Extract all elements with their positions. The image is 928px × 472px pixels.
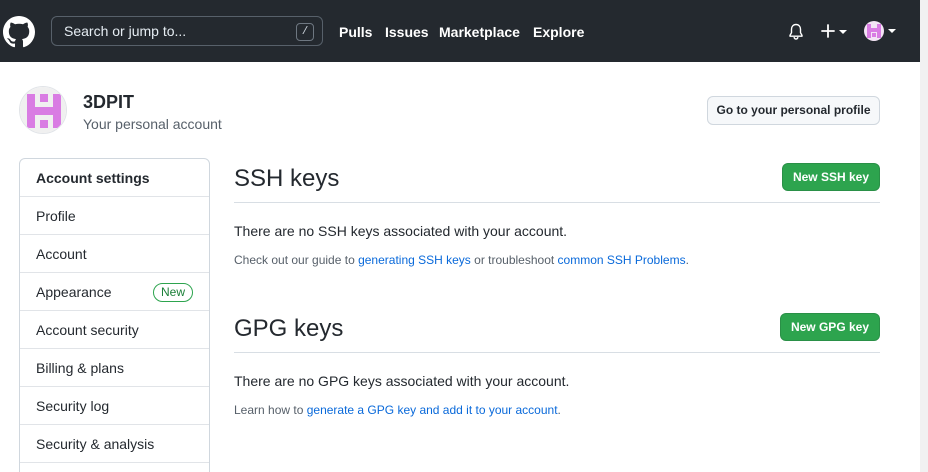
settings-sidebar: Account settings Profile Account Appeara… (19, 158, 210, 472)
sidebar-item-security-analysis[interactable]: Security & analysis (20, 425, 209, 463)
new-ssh-key-button[interactable]: New SSH key (782, 163, 880, 191)
sidebar-item-security-log[interactable]: Security log (20, 387, 209, 425)
search-box[interactable]: / (51, 16, 323, 46)
ssh-help-suffix: . (685, 253, 689, 267)
account-type-label: Your personal account (83, 116, 222, 132)
ssh-help-text: Check out our guide to generating SSH ke… (234, 253, 689, 267)
ssh-empty-message: There are no SSH keys associated with yo… (234, 223, 568, 239)
gpg-empty-message: There are no GPG keys associated with yo… (234, 373, 570, 389)
user-menu-caret-icon[interactable] (888, 29, 896, 33)
gpg-help-prefix: Learn how to (234, 403, 307, 417)
sidebar-item-appearance[interactable]: Appearance New (20, 273, 209, 311)
identicon-large-icon (20, 87, 66, 133)
ssh-help-prefix: Check out our guide to (234, 253, 359, 267)
ssh-help-middle: or troubleshoot (470, 253, 558, 267)
gpg-help-suffix: . (557, 403, 561, 417)
global-header: / Pulls Issues Marketplace Explore (0, 0, 920, 62)
sidebar-item-label: Appearance (36, 284, 112, 300)
sidebar-item-billing[interactable]: Billing & plans (20, 349, 209, 387)
nav-explore[interactable]: Explore (533, 24, 584, 40)
sidebar-item-profile[interactable]: Profile (20, 197, 209, 235)
user-avatar-menu[interactable] (864, 21, 884, 41)
new-gpg-key-button[interactable]: New GPG key (780, 313, 880, 341)
search-shortcut-hint: / (296, 23, 314, 41)
gpg-keys-heading: GPG keys (234, 315, 344, 342)
nav-marketplace[interactable]: Marketplace (439, 24, 520, 40)
identicon-small-icon (864, 21, 884, 41)
generating-ssh-keys-link[interactable]: generating SSH keys (358, 253, 471, 267)
github-logo-icon[interactable] (3, 16, 35, 48)
ssh-divider (234, 202, 880, 203)
create-new-plus-icon[interactable] (820, 22, 850, 40)
nav-issues[interactable]: Issues (385, 24, 429, 40)
sidebar-item-account[interactable]: Account (20, 235, 209, 273)
sidebar-heading: Account settings (20, 159, 209, 197)
gpg-help-text: Learn how to generate a GPG key and add … (234, 403, 561, 417)
common-ssh-problems-link[interactable]: common SSH Problems (558, 253, 686, 267)
search-input[interactable] (52, 17, 292, 45)
ssh-keys-heading: SSH keys (234, 165, 340, 192)
nav-pulls[interactable]: Pulls (339, 24, 372, 40)
notifications-bell-icon[interactable] (788, 23, 804, 41)
avatar[interactable] (19, 86, 67, 134)
sidebar-item-account-security[interactable]: Account security (20, 311, 209, 349)
new-badge: New (153, 283, 194, 302)
go-to-profile-button[interactable]: Go to your personal profile (707, 96, 880, 125)
page-scrollbar[interactable] (920, 0, 928, 472)
generate-gpg-key-link[interactable]: generate a GPG key and add it to your ac… (307, 403, 558, 417)
account-username[interactable]: 3DPIT (83, 92, 134, 112)
gpg-divider (234, 352, 880, 353)
